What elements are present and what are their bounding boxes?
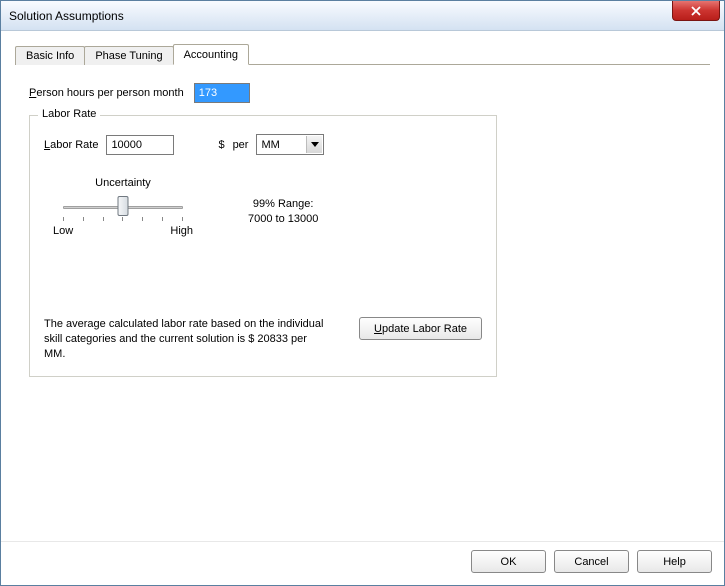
dialog-window: Solution Assumptions Basic Info Phase Tu… xyxy=(0,0,725,586)
person-hours-label: Person hours per person month xyxy=(29,87,184,99)
slider-thumb[interactable] xyxy=(118,196,129,216)
uncertainty-label: Uncertainty xyxy=(95,177,151,189)
per-label: per xyxy=(233,139,249,151)
close-icon xyxy=(691,6,701,16)
person-hours-input[interactable] xyxy=(194,83,250,103)
accounting-panel: Person hours per person month Labor Rate… xyxy=(15,65,710,533)
labor-rate-group: Labor Rate Labor Rate $ per MM xyxy=(29,115,497,377)
labor-rate-input[interactable] xyxy=(106,135,174,155)
uncertainty-slider[interactable] xyxy=(63,195,183,219)
help-button[interactable]: Help xyxy=(637,550,712,573)
update-labor-rate-button[interactable]: Update Labor Rate xyxy=(359,317,482,340)
unit-select[interactable]: MM xyxy=(256,134,324,155)
ok-button[interactable]: OK xyxy=(471,550,546,573)
labor-rate-legend: Labor Rate xyxy=(38,108,100,120)
slider-labels: Low High xyxy=(53,225,193,237)
close-button[interactable] xyxy=(672,1,720,21)
labor-rate-row: Labor Rate $ per MM xyxy=(44,134,482,155)
cancel-button[interactable]: Cancel xyxy=(554,550,629,573)
tab-basic-info[interactable]: Basic Info xyxy=(15,46,85,65)
labor-description: The average calculated labor rate based … xyxy=(44,317,324,362)
content-area: Basic Info Phase Tuning Accounting Perso… xyxy=(1,31,724,541)
range-block: 99% Range: 7000 to 13000 xyxy=(248,197,318,228)
window-title: Solution Assumptions xyxy=(9,9,124,23)
range-values: 7000 to 13000 xyxy=(248,212,318,227)
tab-phase-tuning[interactable]: Phase Tuning xyxy=(84,46,173,65)
tabs-strip: Basic Info Phase Tuning Accounting xyxy=(15,43,710,65)
labor-rate-label: Labor Rate xyxy=(44,139,98,151)
person-hours-row: Person hours per person month xyxy=(29,83,696,103)
chevron-down-icon xyxy=(306,136,322,153)
uncertainty-slider-block: Uncertainty Low High xyxy=(48,177,198,237)
uncertainty-block: Uncertainty Low High xyxy=(48,177,482,237)
titlebar: Solution Assumptions xyxy=(1,1,724,31)
range-title: 99% Range: xyxy=(248,197,318,212)
tab-accounting[interactable]: Accounting xyxy=(173,44,249,65)
labor-bottom-row: The average calculated labor rate based … xyxy=(44,317,482,362)
currency-label: $ xyxy=(218,139,224,151)
slider-high-label: High xyxy=(170,225,193,237)
unit-selected-value: MM xyxy=(261,139,279,151)
slider-low-label: Low xyxy=(53,225,73,237)
button-bar: OK Cancel Help xyxy=(1,541,724,585)
